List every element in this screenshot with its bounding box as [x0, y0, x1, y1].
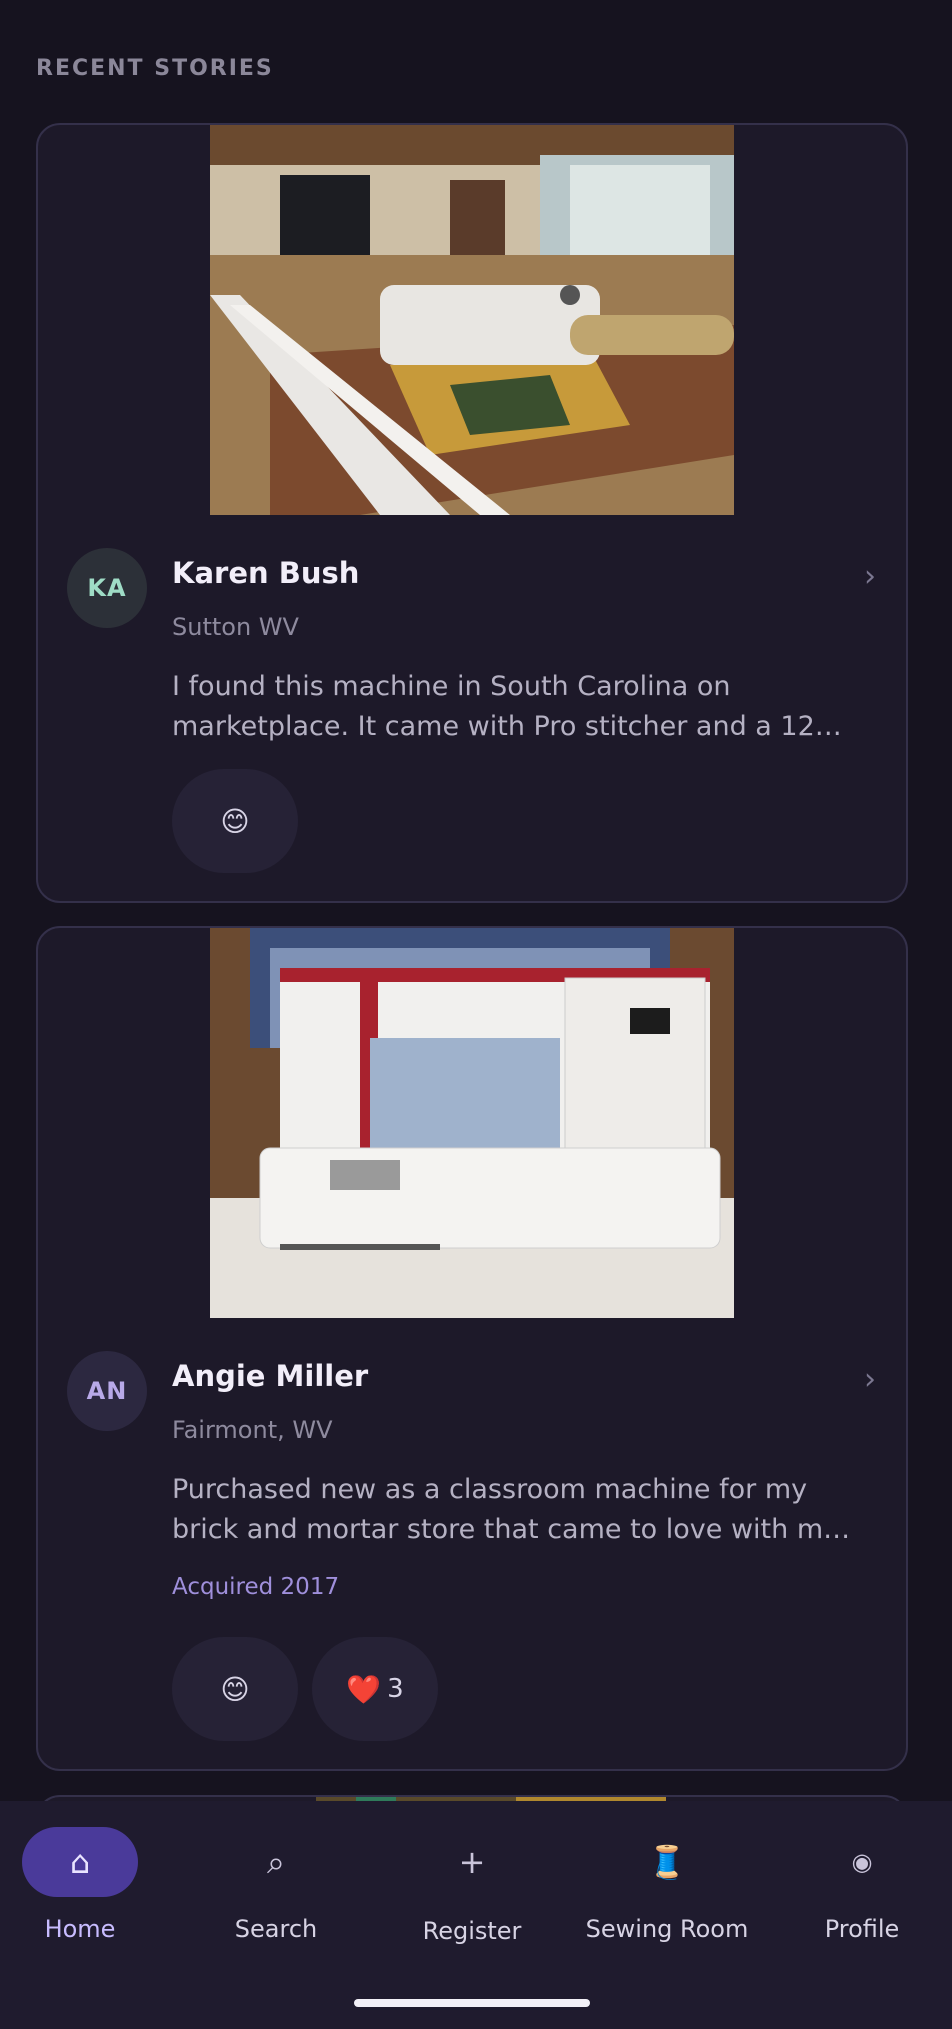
story-photo-longarm-quilting-machine — [210, 125, 734, 515]
avatar: AN — [67, 1351, 147, 1431]
nav-search[interactable]: ⌕ Search — [181, 1827, 371, 1957]
home-indicator[interactable] — [354, 1999, 590, 2007]
home-screen: RECENT STORIES KA Karen Bush › Sutton WV… — [0, 0, 952, 2029]
plus-icon: + — [458, 1843, 486, 1881]
reactions-row: 😊 ❤️ 3 — [172, 1637, 438, 1741]
home-icon: ⌂ — [22, 1827, 138, 1897]
nav-label: Search — [234, 1915, 318, 1943]
story-author-name: Angie Miller — [172, 1359, 369, 1393]
story-location: Fairmont, WV — [172, 1416, 333, 1444]
story-author-name: Karen Bush — [172, 556, 360, 590]
bottom-navigation: ⌂ Home ⌕ Search + Register 🧵 Sewing Room… — [0, 1801, 952, 2029]
story-card[interactable]: KA Karen Bush › Sutton WV I found this m… — [36, 123, 908, 903]
story-photo-sewing-machine — [210, 928, 734, 1318]
story-description: Purchased new as a classroom machine for… — [172, 1474, 840, 1545]
chevron-right-icon[interactable]: › — [864, 1362, 876, 1397]
search-icon: ⌕ — [267, 1842, 285, 1881]
story-location: Sutton WV — [172, 613, 299, 641]
smile-emoji-icon: 😊 — [220, 1672, 250, 1706]
reaction-smile-button[interactable]: 😊 — [172, 769, 298, 873]
nav-home[interactable]: ⌂ Home — [0, 1827, 175, 1957]
reaction-heart-button[interactable]: ❤️ 3 — [312, 1637, 438, 1741]
profile-icon: ◉ — [851, 1848, 873, 1876]
section-title: RECENT STORIES — [36, 56, 274, 81]
reactions-row: 😊 — [172, 769, 298, 873]
smile-emoji-icon: 😊 — [220, 804, 250, 838]
nav-register[interactable]: + Register — [377, 1827, 567, 1957]
story-description: I found this machine in South Carolina o… — [172, 671, 815, 742]
heart-emoji-icon: ❤️ — [346, 1672, 382, 1706]
nav-label: Register — [422, 1917, 522, 1945]
nav-label: Sewing Room — [585, 1915, 749, 1943]
chevron-right-icon[interactable]: › — [864, 559, 876, 594]
thread-spool-icon: 🧵 — [647, 1843, 687, 1881]
acquired-year: Acquired 2017 — [172, 1574, 340, 1600]
nav-label: Home — [44, 1915, 116, 1943]
reaction-smile-button[interactable]: 😊 — [172, 1637, 298, 1741]
nav-sewing-room[interactable]: 🧵 Sewing Room — [572, 1827, 762, 1957]
nav-profile[interactable]: ◉ Profile — [767, 1827, 952, 1957]
avatar: KA — [67, 548, 147, 628]
story-card[interactable]: AN Angie Miller › Fairmont, WV Purchased… — [36, 926, 908, 1771]
nav-label: Profile — [824, 1915, 900, 1943]
reaction-count: 3 — [387, 1674, 404, 1704]
